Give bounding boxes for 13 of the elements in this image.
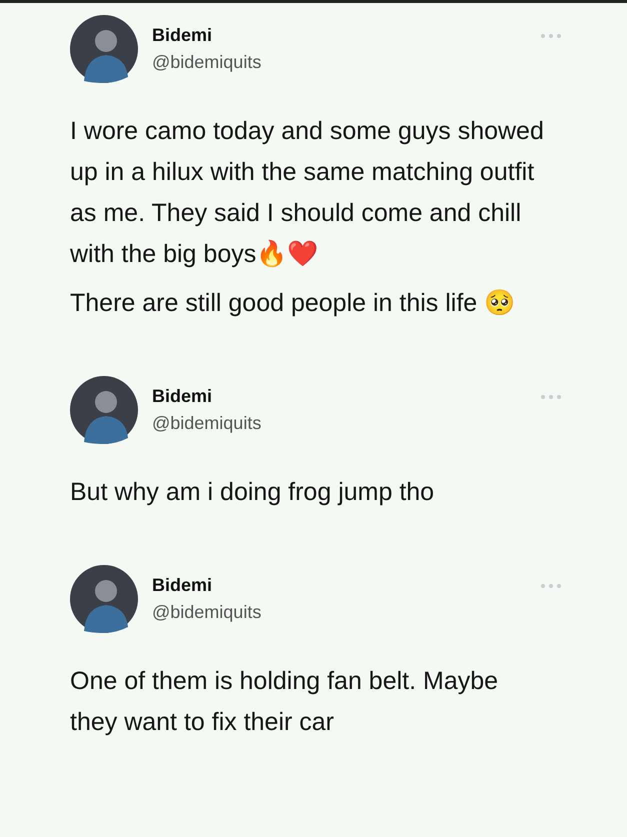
user-handle: @bidemiquits: [152, 52, 262, 73]
tweet-text: I wore camo today and some guys showed up in a hilux with the same matching outfit as me. They said I should come and chill with the big boys🔥❤: [70, 116, 545, 270]
tweet-text: One of them is holding fan belt. Maybe they want to fix their car: [70, 666, 500, 738]
tweet-text: But why am i doing frog jump tho: [70, 477, 436, 508]
avatar-icon[interactable]: [70, 15, 138, 83]
avatar-icon[interactable]: [70, 376, 138, 444]
user-handle: @bidemiquits: [152, 413, 262, 434]
user-name: Bidemi: [152, 25, 214, 46]
avatar-icon[interactable]: [70, 565, 138, 633]
user-name: Bidemi: [152, 575, 214, 596]
user-handle: @bidemiquits: [152, 602, 262, 623]
user-name: Bidemi: [152, 386, 214, 407]
tweet-text: There are still good people in this life 🥺: [70, 288, 516, 319]
